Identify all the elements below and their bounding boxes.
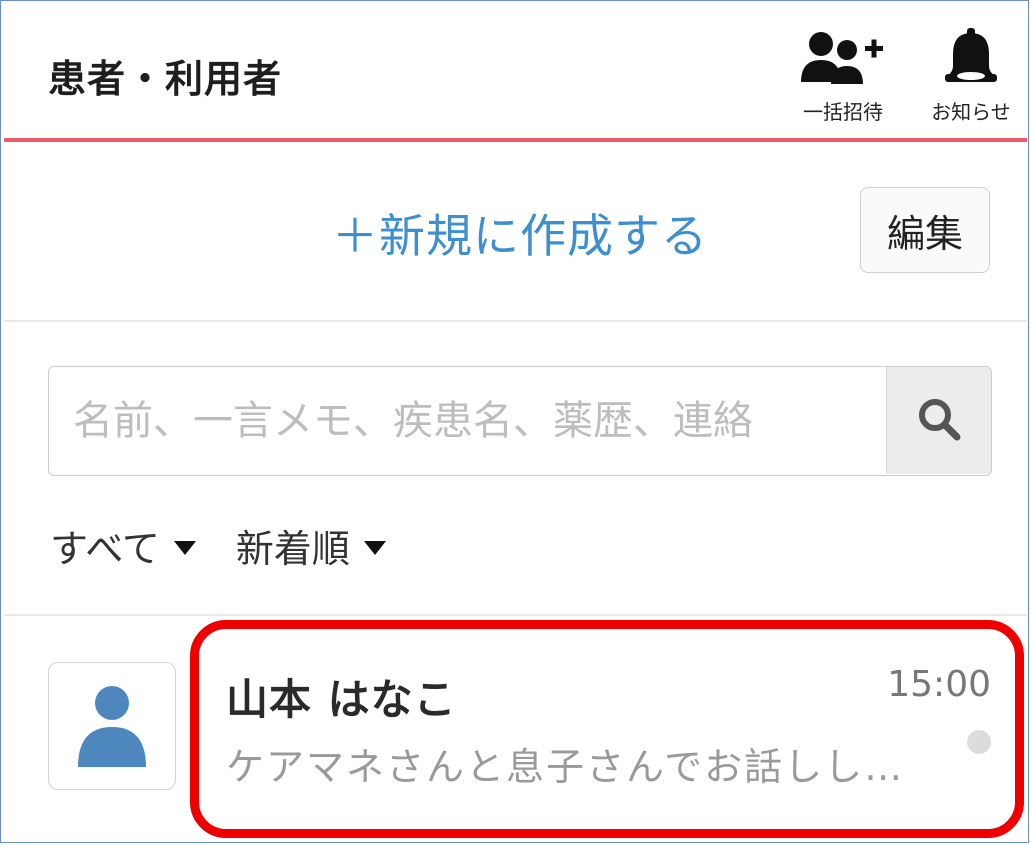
add-users-icon [788,26,898,88]
sort-dropdown[interactable]: 新着順 [236,518,386,573]
search-icon [915,395,963,447]
create-new-link[interactable]: ＋新規に作成する [332,200,708,266]
page-title: 患者・利用者 [48,57,283,101]
status-dot [967,730,991,754]
create-row: ＋新規に作成する 編集 [4,142,1027,322]
bulk-invite-label: 一括招待 [803,100,883,124]
caret-down-icon [363,540,386,555]
divider [4,614,1027,616]
app-header: 患者・利用者 一括招待 お知らせ [4,4,1027,142]
avatar [48,662,176,790]
notice-label: お知らせ [931,100,1011,124]
search-input[interactable] [49,367,887,474]
filter-bar: すべて 新着順 [50,518,386,573]
list-item[interactable]: 山本 はなこ 15:00 ケアマネさんと息子さんでお話しし… [4,618,1027,840]
search-box [48,366,992,476]
sort-label: 新着順 [235,527,350,571]
search-button[interactable] [886,367,991,474]
item-preview: ケアマネさんと息子さんでお話しし… [226,745,905,789]
bell-icon [916,26,1026,88]
scope-filter-dropdown[interactable]: すべて [50,518,196,573]
caret-down-icon [173,540,196,555]
person-icon [78,686,146,767]
item-time: 15:00 [887,664,991,705]
notice-button[interactable]: お知らせ [916,26,1026,125]
bulk-invite-button[interactable]: 一括招待 [788,26,898,125]
edit-button[interactable]: 編集 [860,187,990,273]
scope-filter-label: すべて [50,527,160,571]
item-name: 山本 はなこ [226,675,457,724]
